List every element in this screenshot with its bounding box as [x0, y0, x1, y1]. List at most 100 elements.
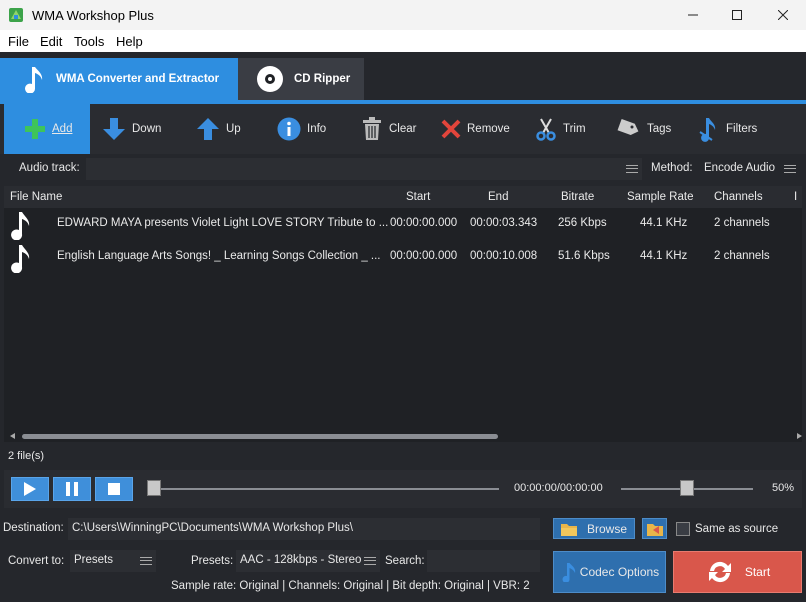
file-name: English Language Arts Songs! _ Learning …	[57, 250, 381, 262]
scrollbar-thumb[interactable]	[22, 434, 498, 439]
trim-button[interactable]: Trim	[535, 104, 586, 154]
info-button[interactable]: Info	[277, 104, 326, 154]
minimize-icon	[688, 14, 698, 16]
filters-label: Filters	[726, 123, 758, 135]
maximize-icon	[732, 10, 742, 20]
tags-button[interactable]: Tags	[617, 104, 671, 154]
remove-label: Remove	[467, 123, 510, 135]
col-file-name[interactable]: File Name	[10, 191, 62, 203]
same-as-source-checkbox[interactable]	[676, 522, 690, 536]
menu-file[interactable]: File	[8, 34, 29, 49]
table-header: File Name Start End Bitrate Sample Rate …	[4, 186, 802, 208]
convert-arrows-icon	[708, 561, 731, 583]
menu-help[interactable]: Help	[116, 34, 143, 49]
table-row[interactable]: English Language Arts Songs! _ Learning …	[4, 241, 802, 273]
filter-note-icon	[699, 118, 716, 142]
position-slider-knob[interactable]	[147, 480, 161, 496]
file-start: 00:00:00.000	[390, 250, 458, 262]
col-more[interactable]: I	[794, 191, 797, 203]
same-as-source-label: Same as source	[695, 523, 779, 535]
convert-to-label: Convert to:	[8, 555, 65, 567]
file-list[interactable]: File Name Start End Bitrate Sample Rate …	[4, 186, 802, 442]
codec-options-button[interactable]: Codec Options	[553, 551, 666, 593]
maximize-button[interactable]	[714, 0, 760, 30]
arrow-up-icon	[197, 118, 219, 140]
music-note-icon	[25, 67, 43, 93]
trim-label: Trim	[563, 123, 586, 135]
col-start[interactable]: Start	[406, 191, 430, 203]
col-end[interactable]: End	[488, 191, 508, 203]
stop-button[interactable]	[95, 477, 133, 501]
col-sample-rate[interactable]: Sample Rate	[627, 191, 693, 203]
app-icon	[9, 8, 23, 22]
scroll-left-icon[interactable]	[10, 433, 16, 439]
trash-icon	[363, 117, 381, 140]
pause-button[interactable]	[53, 477, 91, 501]
close-button[interactable]	[760, 0, 806, 30]
filters-button[interactable]: Filters	[698, 104, 757, 154]
col-channels[interactable]: Channels	[714, 191, 763, 203]
file-start: 00:00:00.000	[390, 217, 458, 229]
scroll-right-icon[interactable]	[796, 433, 802, 439]
presets-select[interactable]: AAC - 128kbps - Stereo	[236, 550, 380, 572]
codec-options-label: Codec Options	[579, 565, 660, 579]
search-input[interactable]	[427, 550, 540, 572]
clear-button[interactable]: Clear	[361, 104, 416, 154]
destination-input[interactable]: C:\Users\WinningPC\Documents\WMA Worksho…	[68, 518, 540, 540]
toolbar: Add Down Up Info Clear Remove Trim Tags	[0, 104, 806, 154]
horizontal-scrollbar[interactable]	[10, 433, 802, 439]
play-icon	[24, 482, 36, 496]
method-menu-icon[interactable]	[784, 165, 796, 173]
title-bar: WMA Workshop Plus	[0, 0, 806, 30]
start-label: Start	[744, 565, 771, 579]
file-sample-rate: 44.1 KHz	[640, 250, 688, 262]
menu-bar: File Edit Tools Help	[0, 30, 806, 52]
app-body: WMA Converter and Extractor CD Ripper Ad…	[0, 52, 806, 602]
tab-converter[interactable]: WMA Converter and Extractor	[0, 58, 238, 100]
codec-note-icon	[562, 563, 575, 582]
player-bar: 00:00:00/00:00:00 50%	[4, 470, 802, 508]
volume-slider-knob[interactable]	[680, 480, 694, 496]
play-button[interactable]	[11, 477, 49, 501]
browse-button[interactable]: Browse	[553, 518, 635, 539]
remove-button[interactable]: Remove	[441, 104, 510, 154]
destination-label: Destination:	[3, 522, 64, 534]
audio-track-label: Audio track:	[19, 162, 80, 174]
add-button[interactable]: Add	[4, 104, 90, 154]
table-row[interactable]: EDWARD MAYA presents Violet Light LOVE S…	[4, 208, 802, 240]
info-label: Info	[307, 123, 327, 135]
scissors-icon	[536, 118, 556, 141]
file-sample-rate: 44.1 KHz	[640, 217, 688, 229]
col-bitrate[interactable]: Bitrate	[561, 191, 594, 203]
minimize-button[interactable]	[670, 0, 716, 30]
tags-label: Tags	[647, 123, 672, 135]
down-label: Down	[132, 123, 162, 135]
close-icon	[778, 10, 788, 20]
plus-icon	[25, 119, 45, 139]
convert-to-select[interactable]: Presets	[70, 550, 156, 572]
file-count: 2 file(s)	[8, 450, 45, 462]
start-button[interactable]: Start	[673, 551, 802, 593]
tab-cd-ripper-label: CD Ripper	[294, 73, 351, 85]
method-select[interactable]: Encode Audio	[704, 162, 775, 174]
arrow-down-icon	[103, 118, 125, 140]
open-folder-button[interactable]	[642, 518, 667, 539]
window-title: WMA Workshop Plus	[32, 8, 154, 23]
search-label: Search:	[385, 555, 425, 567]
tag-icon	[617, 118, 639, 136]
position-track[interactable]	[149, 488, 499, 490]
menu-edit[interactable]: Edit	[40, 34, 62, 49]
file-bitrate: 51.6 Kbps	[558, 250, 610, 262]
down-button[interactable]: Down	[102, 104, 161, 154]
audio-track-select[interactable]	[86, 158, 642, 180]
open-folder-icon	[646, 523, 663, 536]
file-end: 00:00:03.343	[470, 217, 538, 229]
audio-track-row: Audio track: Method: Encode Audio	[0, 158, 806, 180]
up-button[interactable]: Up	[196, 104, 241, 154]
tab-cd-ripper[interactable]: CD Ripper	[238, 58, 364, 100]
method-label: Method:	[651, 162, 693, 174]
audio-track-menu-icon	[626, 165, 638, 173]
file-end: 00:00:10.008	[470, 250, 538, 262]
menu-tools[interactable]: Tools	[74, 34, 104, 49]
file-channels: 2 channels	[714, 250, 770, 262]
